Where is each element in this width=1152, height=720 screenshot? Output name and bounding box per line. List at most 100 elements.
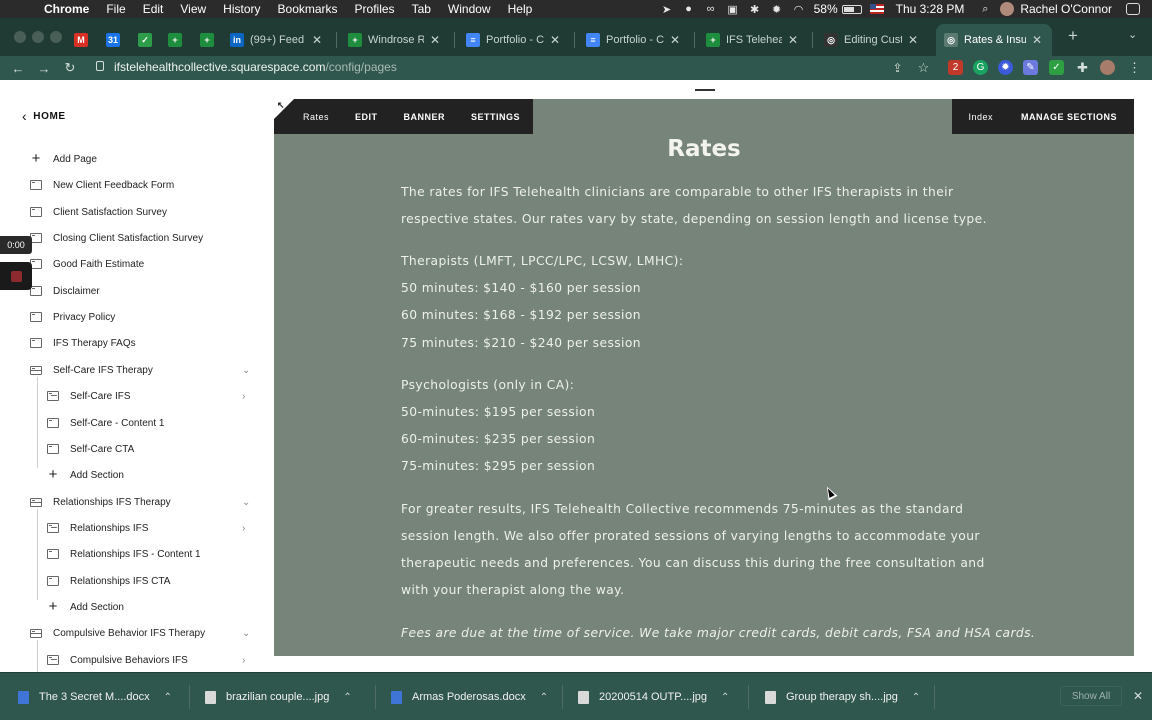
download-item[interactable]: 20200514 OUTP....jpg ⌃: [578, 683, 729, 711]
settings-gear-icon[interactable]: ✹: [770, 2, 784, 16]
tab-close-icon[interactable]: ✕: [668, 33, 682, 47]
page-item[interactable]: Closing Client Satisfaction Survey: [0, 225, 274, 251]
menu-tab[interactable]: Tab: [412, 2, 431, 16]
spotlight-search-icon[interactable]: ⌕: [978, 2, 992, 16]
screen-share-icon[interactable]: ▣: [726, 2, 740, 16]
section-item[interactable]: Self-Care - Content 1: [0, 410, 274, 436]
chrome-menu-icon[interactable]: ⋮: [1127, 60, 1142, 75]
tab-close-icon[interactable]: ✕: [906, 33, 920, 47]
menu-help[interactable]: Help: [508, 2, 533, 16]
extension-badge-icon[interactable]: 2: [948, 60, 963, 75]
browser-tab[interactable]: +: [192, 24, 220, 56]
address-bar[interactable]: ifstelehealthcollective.squarespace.com/…: [114, 60, 397, 74]
gear-extension-icon[interactable]: ✹: [998, 60, 1013, 75]
show-all-downloads-button[interactable]: Show All: [1060, 686, 1122, 706]
browser-tab[interactable]: ✓: [130, 24, 158, 56]
download-item[interactable]: Group therapy sh....jpg ⌃: [765, 683, 920, 711]
window-minimize-icon[interactable]: [32, 31, 44, 43]
location-arrow-icon[interactable]: ➤: [660, 2, 674, 16]
add-page-button[interactable]: + Add Page: [0, 146, 274, 172]
manage-sections-button[interactable]: MANAGE SECTIONS: [1009, 112, 1134, 122]
record-status-icon[interactable]: ●: [682, 2, 696, 16]
banner-button[interactable]: BANNER: [391, 112, 459, 122]
menu-window[interactable]: Window: [448, 2, 491, 16]
lock-icon[interactable]: [96, 61, 104, 71]
page-item[interactable]: Privacy Policy: [0, 304, 274, 330]
rates-section[interactable]: ↖ Rates EDIT BANNER SETTINGS Index MANAG…: [274, 99, 1134, 656]
edit-button[interactable]: EDIT: [342, 112, 391, 122]
forward-arrow-icon[interactable]: →: [36, 61, 52, 76]
home-back-link[interactable]: ‹ HOME: [22, 108, 66, 124]
menu-history[interactable]: History: [223, 2, 260, 16]
menu-edit[interactable]: Edit: [143, 2, 164, 16]
chevron-right-icon[interactable]: ›: [242, 391, 245, 402]
menu-bookmarks[interactable]: Bookmarks: [278, 2, 338, 16]
new-tab-button[interactable]: +: [1064, 26, 1082, 48]
browser-tab[interactable]: +: [160, 24, 188, 56]
user-avatar-icon[interactable]: [1000, 2, 1015, 16]
section-item[interactable]: Self-Care CTA: [0, 436, 274, 462]
download-item[interactable]: The 3 Secret M....docx ⌃: [18, 683, 172, 711]
back-arrow-icon[interactable]: ←: [10, 61, 26, 76]
close-downloads-bar-icon[interactable]: ✕: [1131, 686, 1145, 706]
battery-icon[interactable]: [841, 4, 862, 14]
index-page-item[interactable]: Self-Care IFS Therapy ⌄: [0, 357, 274, 383]
settings-button[interactable]: SETTINGS: [458, 112, 533, 122]
us-flag-input-icon[interactable]: [869, 4, 884, 14]
bookmark-star-icon[interactable]: ☆: [916, 60, 931, 75]
chevron-up-icon[interactable]: ⌃: [164, 692, 172, 703]
app-menu-chrome[interactable]: Chrome: [44, 2, 89, 16]
profile-avatar-icon[interactable]: [1100, 60, 1115, 75]
section-item[interactable]: Compulsive Behaviors IFS ›: [0, 647, 274, 672]
menubar-clock[interactable]: Thu 3:28 PM: [896, 2, 965, 16]
tab-close-icon[interactable]: ✕: [1030, 33, 1044, 47]
section-item[interactable]: Self-Care IFS ›: [0, 383, 274, 409]
window-close-icon[interactable]: [14, 31, 26, 43]
browser-tab[interactable]: + IFS Telehealth ✕: [698, 24, 808, 56]
bluetooth-icon[interactable]: ✱: [748, 2, 762, 16]
add-section-button[interactable]: + Add Section: [0, 462, 274, 488]
tab-close-icon[interactable]: ✕: [548, 33, 562, 47]
chevron-down-icon[interactable]: ⌄: [242, 497, 250, 508]
chevron-down-icon[interactable]: ⌄: [242, 365, 250, 376]
page-item[interactable]: Disclaimer: [0, 278, 274, 304]
grammarly-extension-icon[interactable]: G: [973, 60, 988, 75]
browser-tab[interactable]: ◎ Editing Custom ✕: [816, 24, 928, 56]
expand-arrow-icon[interactable]: ↖: [277, 100, 285, 111]
creative-cloud-icon[interactable]: ∞: [704, 2, 718, 16]
index-page-item[interactable]: Compulsive Behavior IFS Therapy ⌄: [0, 620, 274, 646]
tab-search-chevron-icon[interactable]: ⌄: [1128, 28, 1137, 41]
section-item[interactable]: Relationships IFS - Content 1: [0, 541, 274, 567]
browser-tab[interactable]: M: [66, 24, 94, 56]
browser-tab[interactable]: ◎ Rates & Insura ✕: [936, 24, 1052, 56]
window-zoom-icon[interactable]: [50, 31, 62, 43]
tab-close-icon[interactable]: ✕: [428, 33, 442, 47]
chevron-up-icon[interactable]: ⌃: [343, 692, 351, 703]
fast-user-switch[interactable]: Rachel O'Connor: [1020, 2, 1112, 16]
section-item[interactable]: Relationships IFS ›: [0, 515, 274, 541]
section-item[interactable]: Relationships IFS CTA: [0, 568, 274, 594]
chevron-right-icon[interactable]: ›: [242, 523, 245, 534]
checklist-extension-icon[interactable]: ✓: [1049, 60, 1064, 75]
chevron-right-icon[interactable]: ›: [242, 655, 245, 666]
browser-tab[interactable]: ≡ Portfolio - Cas ✕: [578, 24, 690, 56]
reload-icon[interactable]: ↻: [62, 60, 78, 76]
chevron-down-icon[interactable]: ⌄: [242, 628, 250, 639]
menu-view[interactable]: View: [180, 2, 206, 16]
tab-close-icon[interactable]: ✕: [310, 33, 324, 47]
browser-tab[interactable]: + Windrose Reco ✕: [340, 24, 450, 56]
index-page-item[interactable]: Relationships IFS Therapy ⌄: [0, 489, 274, 515]
page-item[interactable]: Good Faith Estimate: [0, 251, 274, 277]
chevron-up-icon[interactable]: ⌃: [912, 692, 920, 703]
page-item[interactable]: Client Satisfaction Survey: [0, 199, 274, 225]
share-icon[interactable]: ⇪: [890, 60, 905, 75]
pen-extension-icon[interactable]: ✎: [1023, 60, 1038, 75]
stop-recording-button[interactable]: [0, 262, 32, 290]
chevron-up-icon[interactable]: ⌃: [540, 692, 548, 703]
extensions-puzzle-icon[interactable]: ✚: [1075, 60, 1090, 75]
browser-tab[interactable]: 31: [98, 24, 126, 56]
add-section-button[interactable]: + Add Section: [0, 594, 274, 620]
scroll-handle[interactable]: [695, 89, 715, 91]
tab-close-icon[interactable]: ✕: [786, 33, 800, 47]
menu-file[interactable]: File: [106, 2, 125, 16]
